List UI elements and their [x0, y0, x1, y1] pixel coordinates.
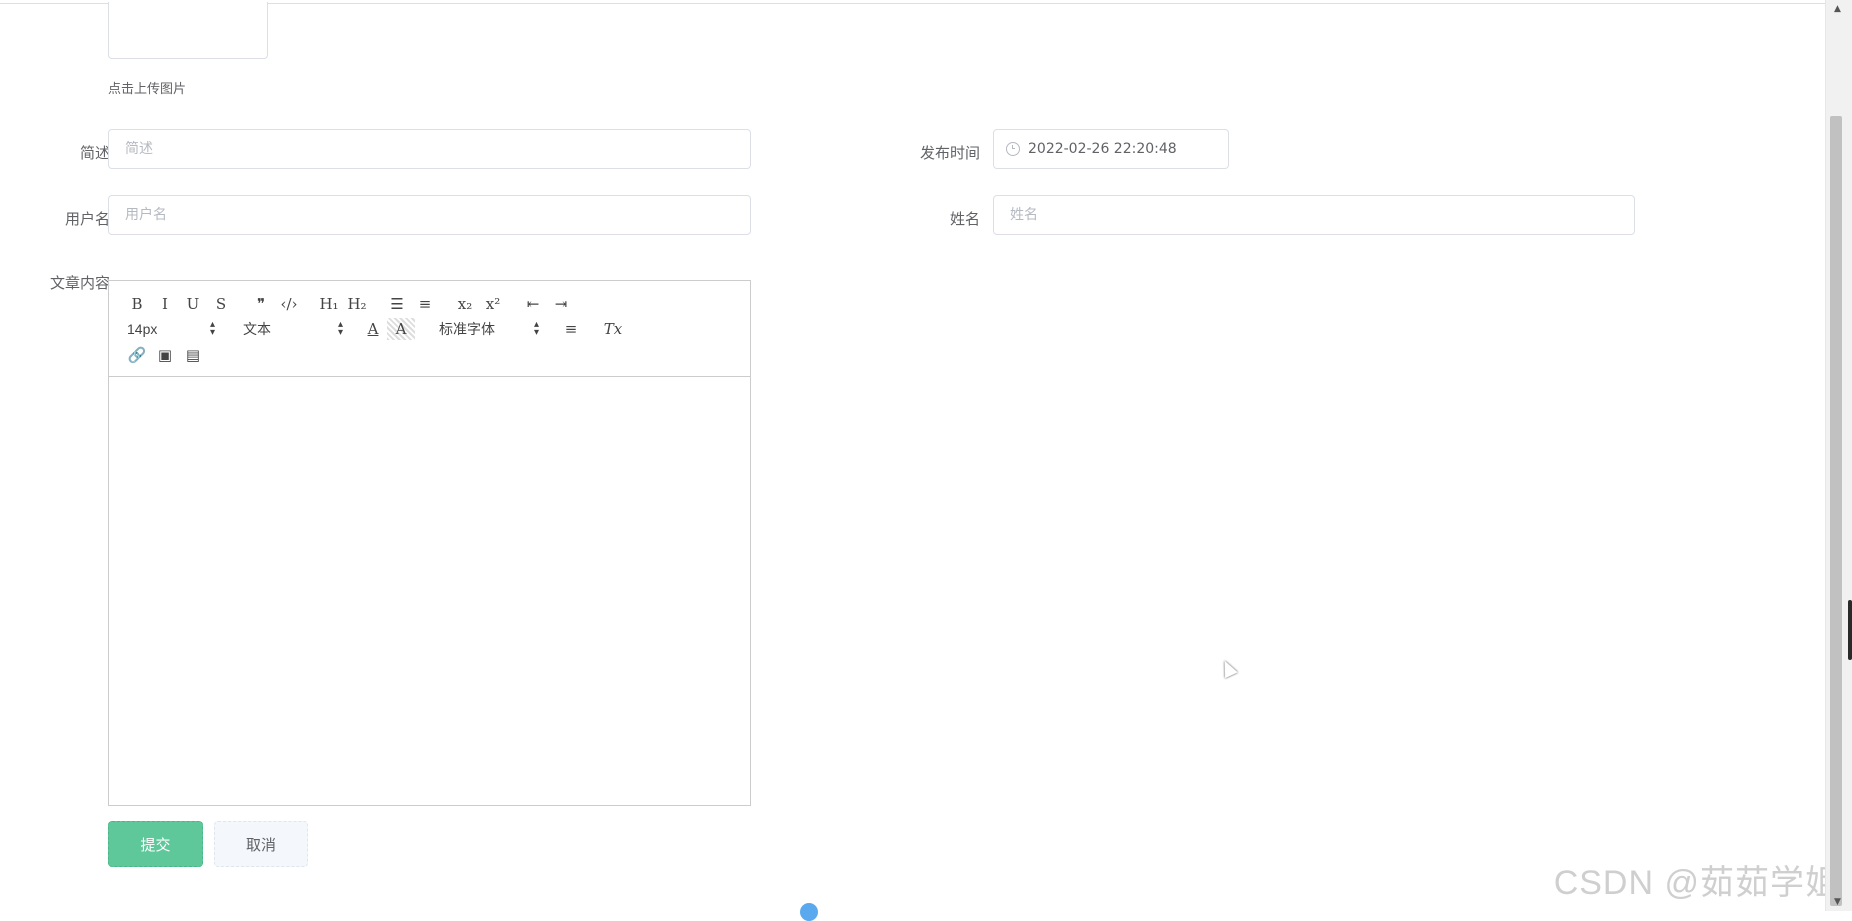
align-icon[interactable]: ≡	[557, 318, 585, 340]
fullname-input[interactable]	[994, 196, 1634, 234]
cancel-button[interactable]: 取消	[214, 821, 308, 867]
fullname-field[interactable]	[993, 195, 1635, 235]
floating-dot-icon[interactable]	[800, 903, 818, 921]
header-1-icon[interactable]: H₁	[315, 293, 343, 315]
clear-format-icon[interactable]: Tx	[599, 318, 627, 340]
strike-icon[interactable]: S	[207, 293, 235, 315]
image-upload-area[interactable]	[108, 2, 268, 59]
scroll-thumb[interactable]	[1830, 116, 1842, 906]
summary-input[interactable]	[109, 130, 750, 168]
font-size-value: 14px	[127, 321, 158, 337]
page-top-border	[0, 0, 1826, 4]
font-family-picker[interactable]: 标准字体 ▴ ▾	[435, 318, 543, 340]
underline-icon[interactable]: U	[179, 293, 207, 315]
username-field[interactable]	[108, 195, 751, 235]
font-family-value: 标准字体	[439, 321, 495, 337]
italic-icon[interactable]: I	[151, 293, 179, 315]
header-value: 文本	[243, 321, 271, 337]
publish-time-label: 发布时间	[919, 144, 980, 162]
summary-label: 简述	[79, 144, 110, 162]
username-input[interactable]	[109, 196, 750, 234]
scroll-up-arrow-icon[interactable]: ▲	[1834, 4, 1841, 14]
publish-time-value: 2022-02-26 22:20:48	[1028, 141, 1177, 157]
fullname-label: 姓名	[949, 210, 980, 228]
bullet-list-icon[interactable]: ≡	[411, 293, 439, 315]
upload-tip: 点击上传图片	[108, 82, 187, 97]
background-color-icon[interactable]: A	[387, 318, 415, 340]
chevron-up-down-icon: ▴ ▾	[533, 319, 539, 338]
blockquote-icon[interactable]: ❞	[247, 293, 275, 315]
header-picker[interactable]: 文本 ▴ ▾	[239, 318, 347, 340]
clock-icon	[1006, 142, 1020, 156]
summary-field[interactable]	[108, 129, 751, 169]
image-icon[interactable]: ▣	[151, 344, 179, 366]
outdent-icon[interactable]: ⇤	[519, 293, 547, 315]
indent-icon[interactable]: ⇥	[547, 293, 575, 315]
scroll-down-arrow-icon[interactable]: ▼	[1834, 897, 1841, 907]
content-label: 文章内容	[49, 274, 110, 292]
rich-text-editor: B I U S ❞ ‹/› H₁ H₂ ☰ ≡ x₂ x² ⇤ ⇥ 14px ▴ ▾ 文本 ▴ ▾ A A 标…	[108, 280, 751, 806]
toolbar-row-media: 🔗 ▣ ▤	[123, 344, 207, 366]
username-label: 用户名	[64, 210, 110, 228]
watermark: CSDN @茹茹学姐	[1553, 864, 1840, 902]
toolbar-row-pickers: 14px ▴ ▾ 文本 ▴ ▾ A A 标准字体 ▴ ▾ ≡ Tx	[123, 318, 627, 340]
side-marker	[1848, 600, 1852, 660]
editor-content-area[interactable]	[109, 377, 750, 805]
mouse-cursor-icon	[1218, 657, 1238, 679]
publish-time-picker[interactable]: 2022-02-26 22:20:48	[993, 129, 1229, 169]
editor-toolbar: B I U S ❞ ‹/› H₁ H₂ ☰ ≡ x₂ x² ⇤ ⇥ 14px ▴ ▾ 文本 ▴ ▾ A A 标…	[109, 281, 750, 377]
video-icon[interactable]: ▤	[179, 344, 207, 366]
subscript-icon[interactable]: x₂	[451, 293, 479, 315]
bold-icon[interactable]: B	[123, 293, 151, 315]
link-icon[interactable]: 🔗	[123, 344, 151, 366]
font-color-icon[interactable]: A	[359, 318, 387, 340]
toolbar-row-formatting: B I U S ❞ ‹/› H₁ H₂ ☰ ≡ x₂ x² ⇤ ⇥	[123, 293, 575, 315]
vertical-scrollbar[interactable]: ▲ ▼	[1825, 0, 1852, 911]
code-block-icon[interactable]: ‹/›	[275, 293, 303, 315]
font-size-picker[interactable]: 14px ▴ ▾	[123, 318, 219, 340]
header-2-icon[interactable]: H₂	[343, 293, 371, 315]
superscript-icon[interactable]: x²	[479, 293, 507, 315]
submit-button[interactable]: 提交	[108, 821, 203, 867]
chevron-up-down-icon: ▴ ▾	[209, 319, 215, 338]
ordered-list-icon[interactable]: ☰	[383, 293, 411, 315]
chevron-up-down-icon: ▴ ▾	[337, 319, 343, 338]
